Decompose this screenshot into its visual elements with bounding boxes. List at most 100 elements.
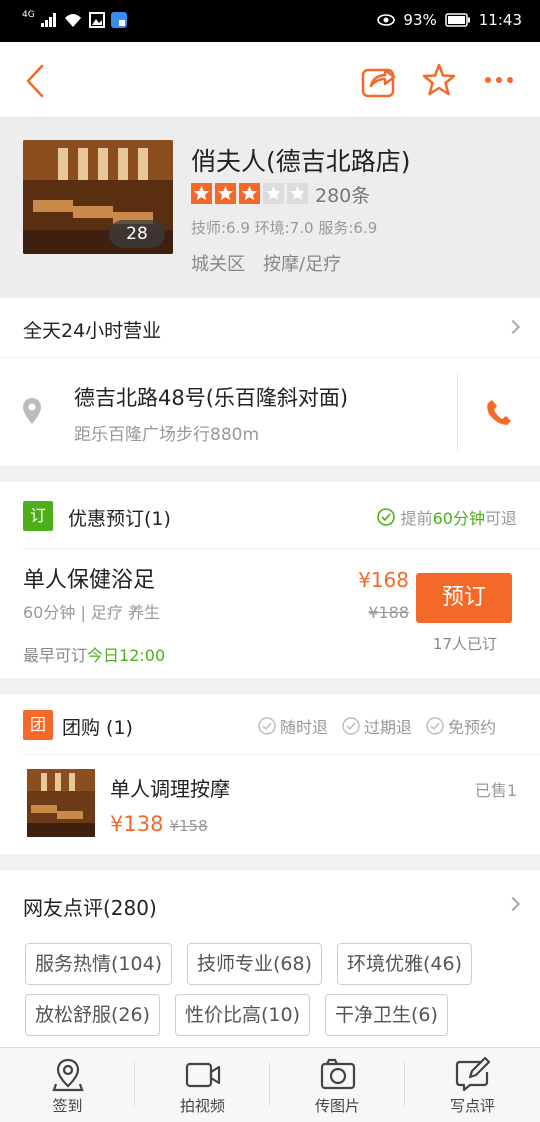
- group-buy-section: 团 团购 (1) 随时退 过期退 免预约 单人调理按摩 ¥138 ¥158 已售1: [0, 694, 540, 854]
- review-count: 280条: [315, 185, 371, 207]
- booking-tag: 订: [23, 501, 53, 531]
- photo-count-badge: 28: [109, 220, 165, 248]
- review-tag-chip[interactable]: 服务热情(104): [25, 943, 173, 985]
- group-features: 随时退 过期退 免预约: [258, 714, 496, 738]
- battery-percent: 93%: [403, 11, 437, 29]
- group-feature-item: 随时退: [258, 714, 328, 738]
- video-camera-icon: [185, 1062, 220, 1088]
- star-filled-icon: [191, 183, 212, 204]
- battery-icon: [445, 13, 470, 27]
- divider: [23, 548, 540, 549]
- earliest-time: 今日12:00: [87, 646, 166, 665]
- booking-original-price: ¥188: [368, 603, 409, 622]
- star-empty-icon: [263, 183, 284, 204]
- tab-video-label: 拍视频: [179, 1097, 225, 1115]
- check-circle-icon: [258, 717, 276, 735]
- address-line: 德吉北路48号(乐百隆斜对面): [74, 386, 349, 410]
- refund-suffix: 可退: [484, 509, 517, 528]
- booked-count: 17人已订: [432, 635, 497, 653]
- category-label: 按摩/足疗: [263, 254, 342, 275]
- group-item-original-price: ¥158: [169, 817, 208, 835]
- review-tag-chip[interactable]: 性价比高(10): [175, 994, 311, 1036]
- address-row[interactable]: 德吉北路48号(乐百隆斜对面) 距乐百隆广场步行880m: [0, 358, 540, 466]
- group-item-name[interactable]: 单人调理按摩: [110, 773, 230, 802]
- group-item-image: [27, 769, 95, 837]
- refund-time: 60分钟: [432, 509, 485, 528]
- network-label: 4G: [22, 10, 35, 20]
- star-empty-icon: [287, 183, 308, 204]
- location-pin-icon: [23, 398, 41, 424]
- earliest-booking: 最早可订今日12:00: [23, 642, 165, 666]
- wifi-icon: [64, 14, 81, 27]
- reviews-title[interactable]: 网友点评(280): [23, 892, 157, 921]
- group-item-price: ¥138: [110, 812, 164, 836]
- tab-write-review-label: 写点评: [449, 1097, 495, 1115]
- share-icon[interactable]: [361, 62, 397, 98]
- group-feature-label: 免预约: [448, 718, 497, 737]
- booking-item-meta: 60分钟 | 足疗 养生: [23, 603, 161, 622]
- status-bar: 4G 93% 11:43: [0, 0, 540, 42]
- refund-policy: 提前60分钟可退: [376, 505, 517, 529]
- tab-video[interactable]: 拍视频: [135, 1048, 270, 1122]
- group-feature-label: 随时退: [280, 718, 329, 737]
- review-tag-chip[interactable]: 干净卫生(6): [325, 994, 448, 1036]
- app-notification-icon: [110, 12, 127, 28]
- sold-count: 已售1: [474, 781, 517, 800]
- divider: [457, 374, 458, 450]
- reviews-section: 网友点评(280) 服务热情(104) 技师专业(68) 环境优雅(46) 放松舒服(…: [0, 870, 540, 1050]
- check-circle-icon: [342, 717, 360, 735]
- shop-tags: 城关区 按摩/足疗: [191, 250, 359, 276]
- group-feature-item: 过期退: [342, 714, 412, 738]
- bottom-action-bar: 签到 拍视频 传图片 写点评: [0, 1047, 540, 1122]
- star-filled-icon: [215, 183, 236, 204]
- clock: 11:43: [478, 11, 522, 29]
- top-nav-bar: [0, 42, 540, 118]
- booking-price: ¥168: [358, 568, 409, 592]
- review-tag-chip[interactable]: 环境优雅(46): [337, 943, 473, 985]
- shop-name: 俏夫人(德吉北路店): [191, 147, 411, 176]
- district-label: 城关区: [191, 254, 245, 275]
- location-checkin-icon: [51, 1058, 84, 1092]
- refund-prefix: 提前: [400, 509, 433, 528]
- booking-title: 优惠预订(1): [68, 508, 171, 530]
- tab-checkin-label: 签到: [52, 1097, 83, 1115]
- photo-notification-icon: [88, 12, 105, 28]
- group-item-price-row: ¥138 ¥158: [110, 812, 208, 836]
- review-tag-chip[interactable]: 放松舒服(26): [25, 994, 161, 1036]
- booking-item-name[interactable]: 单人保健浴足: [23, 562, 155, 594]
- group-item-photo[interactable]: [27, 769, 95, 837]
- group-feature-item: 免预约: [426, 714, 496, 738]
- star-filled-icon: [239, 183, 260, 204]
- chevron-right-icon: [505, 319, 521, 335]
- group-title: 团购 (1): [62, 717, 133, 739]
- favorite-star-icon[interactable]: [421, 62, 457, 98]
- shop-photo[interactable]: 28: [23, 140, 173, 254]
- score-breakdown: 技师:6.9 环境:7.0 服务:6.9: [191, 219, 378, 237]
- shop-header: 28 俏夫人(德吉北路店) 280条 技师:6.9 环境:7.0 服务:6.9 …: [0, 118, 540, 298]
- check-circle-icon: [426, 717, 444, 735]
- group-tag: 团: [23, 710, 53, 740]
- booking-section: 订 优惠预订(1) 提前60分钟可退 单人保健浴足 60分钟 | 足疗 养生 最…: [0, 482, 540, 678]
- business-hours-row[interactable]: 全天24小时营业: [0, 298, 540, 358]
- business-hours: 全天24小时营业: [23, 320, 162, 342]
- earliest-label: 最早可订: [23, 646, 88, 665]
- camera-icon: [320, 1058, 355, 1090]
- review-tag-chip[interactable]: 技师专业(68): [187, 943, 323, 985]
- phone-icon[interactable]: [486, 398, 512, 426]
- back-icon[interactable]: [24, 64, 46, 98]
- tab-photo[interactable]: 传图片: [270, 1048, 405, 1122]
- chevron-right-icon: [505, 896, 521, 912]
- distance-hint: 距乐百隆广场步行880m: [74, 425, 260, 445]
- book-button[interactable]: 预订: [416, 573, 512, 623]
- signal-icon: [40, 13, 56, 27]
- divider: [23, 754, 540, 755]
- tab-checkin[interactable]: 签到: [0, 1048, 135, 1122]
- check-circle-icon: [376, 508, 395, 526]
- eye-icon: [377, 14, 396, 26]
- tab-write-review[interactable]: 写点评: [405, 1048, 540, 1122]
- more-icon[interactable]: [484, 76, 514, 84]
- tab-photo-label: 传图片: [314, 1097, 360, 1115]
- edit-review-icon: [455, 1056, 490, 1092]
- rating-stars: [191, 183, 308, 204]
- group-feature-label: 过期退: [364, 718, 413, 737]
